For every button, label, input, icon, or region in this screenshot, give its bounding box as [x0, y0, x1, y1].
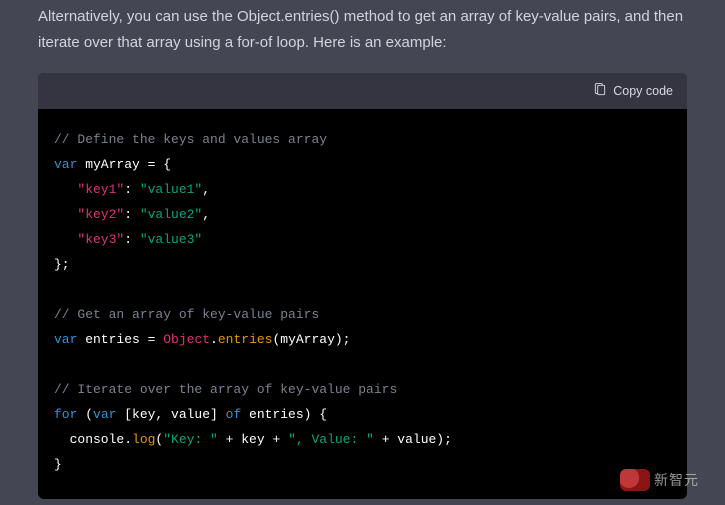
- code-text: (myArray);: [272, 332, 350, 347]
- code-header: Copy code: [38, 73, 687, 109]
- code-string: "value1": [140, 182, 202, 197]
- code-object-key: "key3": [77, 232, 124, 247]
- code-string: "Key: ": [163, 432, 218, 447]
- code-builtin: Object: [163, 332, 210, 347]
- code-text: + key +: [218, 432, 288, 447]
- code-text: };: [54, 257, 70, 272]
- code-method: entries: [218, 332, 273, 347]
- code-text: [key, value]: [116, 407, 225, 422]
- code-string: "value3": [140, 232, 202, 247]
- code-text: console.: [54, 432, 132, 447]
- code-object-key: "key1": [77, 182, 124, 197]
- code-keyword: var: [93, 407, 116, 422]
- code-text: entries) {: [241, 407, 327, 422]
- code-text: ,: [202, 207, 210, 222]
- message-container: Alternatively, you can use the Object.en…: [0, 0, 725, 499]
- code-text: :: [124, 182, 140, 197]
- code-string: "value2": [140, 207, 202, 222]
- code-text: :: [124, 232, 140, 247]
- code-text: :: [124, 207, 140, 222]
- code-keyword: for: [54, 407, 77, 422]
- copy-code-button[interactable]: Copy code: [593, 83, 673, 100]
- code-block: Copy code // Define the keys and values …: [38, 73, 687, 499]
- clipboard-icon: [593, 83, 607, 100]
- copy-code-label: Copy code: [613, 84, 673, 98]
- code-text: ,: [202, 182, 210, 197]
- code-text: myArray = {: [77, 157, 171, 172]
- code-keyword: of: [226, 407, 242, 422]
- code-text: }: [54, 457, 62, 472]
- code-keyword: var: [54, 332, 77, 347]
- explanation-paragraph: Alternatively, you can use the Object.en…: [38, 0, 687, 55]
- code-object-key: "key2": [77, 207, 124, 222]
- code-content[interactable]: // Define the keys and values array var …: [38, 109, 687, 499]
- code-keyword: var: [54, 157, 77, 172]
- code-comment: // Define the keys and values array: [54, 132, 327, 147]
- code-text: entries =: [77, 332, 163, 347]
- code-method: log: [132, 432, 155, 447]
- code-comment: // Get an array of key-value pairs: [54, 307, 319, 322]
- code-text: .: [210, 332, 218, 347]
- code-text: + value);: [374, 432, 452, 447]
- code-string: ", Value: ": [288, 432, 374, 447]
- code-comment: // Iterate over the array of key-value p…: [54, 382, 397, 397]
- code-text: (: [77, 407, 93, 422]
